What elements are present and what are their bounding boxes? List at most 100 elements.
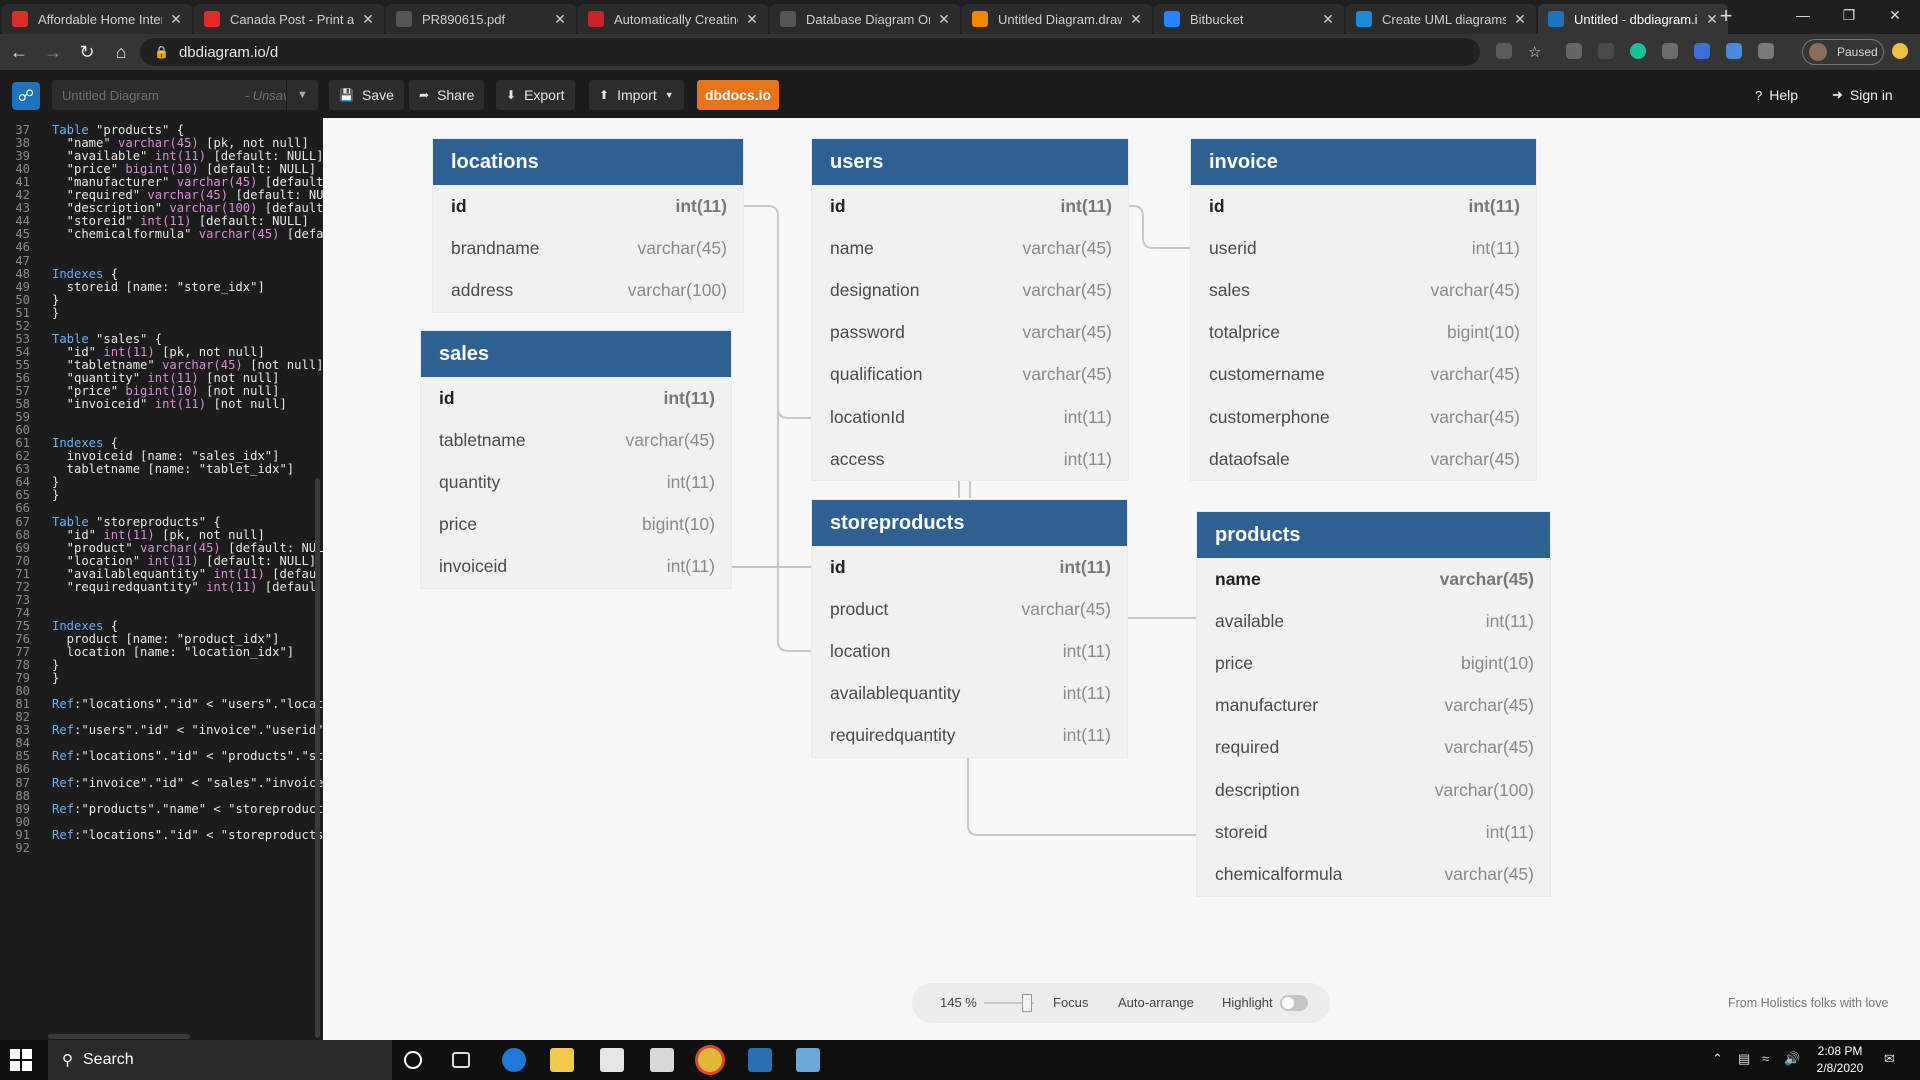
star-icon[interactable]: ☆	[1528, 43, 1544, 61]
table-field-row[interactable]: locationId int(11)	[812, 396, 1128, 438]
table-field-row[interactable]: required varchar(45)	[1197, 727, 1550, 769]
auto-arrange-button[interactable]: Auto-arrange	[1118, 995, 1194, 1010]
table-users[interactable]: users id int(11) name varchar(45) designation…	[812, 139, 1128, 481]
cortana-icon[interactable]	[404, 1051, 422, 1069]
file-explorer-icon[interactable]	[550, 1048, 574, 1072]
zoom-slider-handle[interactable]	[1022, 994, 1032, 1012]
table-field-row[interactable]: manufacturer varchar(45)	[1197, 685, 1550, 727]
vscode-icon[interactable]	[748, 1048, 772, 1072]
reload-icon[interactable]: ↻	[72, 38, 102, 66]
tab-close-icon[interactable]: ✕	[1128, 11, 1144, 28]
browser-tab[interactable]: Create UML diagrams ✕	[1346, 4, 1536, 34]
browser-tab[interactable]: Automatically Creating ✕	[578, 4, 768, 34]
export-button[interactable]: ⬇ Export	[496, 80, 575, 110]
credit-text[interactable]: From Holistics folks with love	[1728, 996, 1888, 1010]
tab-close-icon[interactable]: ✕	[552, 11, 568, 28]
notification-icon[interactable]: ✉	[1884, 1051, 1895, 1067]
table-field-row[interactable]: name varchar(45)	[812, 227, 1128, 269]
extension-icon[interactable]	[1662, 43, 1678, 59]
tab-close-icon[interactable]: ✕	[744, 11, 760, 28]
dbdiagram-logo-icon[interactable]: ☍	[12, 82, 40, 110]
table-field-row[interactable]: chemicalformula varchar(45)	[1197, 853, 1550, 895]
forward-icon[interactable]: →	[38, 38, 68, 66]
new-tab-button[interactable]: +	[1712, 2, 1740, 30]
tab-close-icon[interactable]: ✕	[168, 11, 184, 28]
browser-tab[interactable]: PR890615.pdf ✕	[386, 4, 576, 34]
table-field-row[interactable]: available int(11)	[1197, 600, 1550, 642]
table-field-row[interactable]: id int(11)	[812, 185, 1128, 227]
minimize-button[interactable]: —	[1780, 0, 1826, 30]
table-header[interactable]: products	[1197, 512, 1550, 558]
extension-icon[interactable]	[1566, 43, 1582, 59]
extension-icon[interactable]	[1496, 43, 1512, 59]
table-header[interactable]: locations	[433, 139, 743, 185]
table-field-row[interactable]: product varchar(45)	[812, 588, 1127, 630]
task-view-icon[interactable]	[452, 1052, 470, 1068]
share-button[interactable]: ➦ Share	[409, 80, 485, 110]
table-field-row[interactable]: id int(11)	[812, 546, 1127, 588]
code-editor[interactable]: 37 Table "products" {38 "name" varchar(45…	[0, 118, 323, 1040]
editor-horizontal-scrollbar[interactable]	[48, 1034, 190, 1039]
table-field-row[interactable]: availablequantity int(11)	[812, 673, 1127, 715]
table-field-row[interactable]: requiredquantity int(11)	[812, 715, 1127, 757]
diagram-name-input[interactable]: Untitled Diagram - Unsaved	[52, 80, 314, 110]
store-icon[interactable]	[600, 1048, 624, 1072]
url-input[interactable]: 🔒 dbdiagram.io/d	[140, 38, 1480, 66]
browser-tab[interactable]: Database Diagram Onli ✕	[770, 4, 960, 34]
close-window-button[interactable]: ✕	[1872, 0, 1918, 30]
table-invoice[interactable]: invoice id int(11) userid int(11) sales varcha…	[1191, 139, 1536, 481]
table-header[interactable]: storeproducts	[812, 500, 1127, 546]
table-header[interactable]: invoice	[1191, 139, 1536, 185]
browser-tab[interactable]: Bitbucket ✕	[1154, 4, 1344, 34]
chrome-icon[interactable]	[698, 1048, 722, 1072]
table-field-row[interactable]: storeid int(11)	[1197, 811, 1550, 853]
browser-tab[interactable]: Affordable Home Inter ✕	[2, 4, 192, 34]
tab-close-icon[interactable]: ✕	[1320, 11, 1336, 28]
extension-icon[interactable]	[1758, 43, 1774, 59]
taskbar-clock[interactable]: 2:08 PM 2/8/2020	[1810, 1043, 1870, 1077]
focus-button[interactable]: Focus	[1053, 995, 1088, 1010]
sign-in-button[interactable]: ➜ Sign in	[1832, 80, 1893, 110]
table-field-row[interactable]: sales varchar(45)	[1191, 269, 1536, 311]
table-header[interactable]: users	[812, 139, 1128, 185]
table-field-row[interactable]: access int(11)	[812, 438, 1128, 480]
tab-close-icon[interactable]: ✕	[1512, 11, 1528, 28]
volume-icon[interactable]: 🔊	[1784, 1051, 1800, 1067]
extension-icon[interactable]	[1694, 43, 1710, 59]
table-field-row[interactable]: brandname varchar(45)	[433, 227, 743, 269]
table-field-row[interactable]: dataofsale varchar(45)	[1191, 438, 1536, 480]
save-button[interactable]: 💾 Save	[329, 80, 404, 110]
tab-close-icon[interactable]: ✕	[360, 11, 376, 28]
table-field-row[interactable]: name varchar(45)	[1197, 558, 1550, 600]
diagram-menu-button[interactable]: ▼	[286, 80, 318, 110]
table-products[interactable]: products name varchar(45) available int(11) p…	[1197, 512, 1550, 896]
help-button[interactable]: ? Help	[1755, 80, 1798, 110]
table-field-row[interactable]: totalprice bigint(10)	[1191, 312, 1536, 354]
grammarly-icon[interactable]	[1630, 43, 1646, 59]
home-icon[interactable]: ⌂	[106, 38, 136, 66]
table-field-row[interactable]: price bigint(10)	[1197, 642, 1550, 684]
table-field-row[interactable]: customerphone varchar(45)	[1191, 396, 1536, 438]
table-sales[interactable]: sales id int(11) tabletname varchar(45) quant…	[421, 331, 731, 588]
mail-icon[interactable]	[650, 1048, 674, 1072]
tab-close-icon[interactable]: ✕	[936, 11, 952, 28]
dbdocs-button[interactable]: dbdocs.io	[697, 80, 779, 110]
menu-icon[interactable]	[1892, 43, 1908, 59]
network-icon[interactable]: ▤	[1738, 1051, 1750, 1067]
profile-button[interactable]: Paused	[1802, 39, 1884, 65]
table-field-row[interactable]: location int(11)	[812, 630, 1127, 672]
highlight-toggle[interactable]	[1280, 995, 1308, 1011]
editor-scrollbar[interactable]	[315, 478, 320, 1038]
table-field-row[interactable]: quantity int(11)	[421, 461, 731, 503]
edge-icon[interactable]	[502, 1048, 526, 1072]
table-field-row[interactable]: tabletname varchar(45)	[421, 419, 731, 461]
diagram-canvas[interactable]: locations id int(11) brandname varchar(45) ad…	[323, 118, 1920, 1040]
table-field-row[interactable]: designation varchar(45)	[812, 269, 1128, 311]
restore-button[interactable]: ❐	[1826, 0, 1872, 30]
table-header[interactable]: sales	[421, 331, 731, 377]
chevron-up-icon[interactable]: ⌃	[1712, 1051, 1723, 1067]
import-button[interactable]: ⬆ Import ▼	[589, 80, 684, 110]
browser-tab[interactable]: Canada Post - Print a R ✕	[194, 4, 384, 34]
extension-icon[interactable]	[1598, 43, 1614, 59]
taskbar-search-input[interactable]: ⚲ Search	[48, 1040, 392, 1080]
